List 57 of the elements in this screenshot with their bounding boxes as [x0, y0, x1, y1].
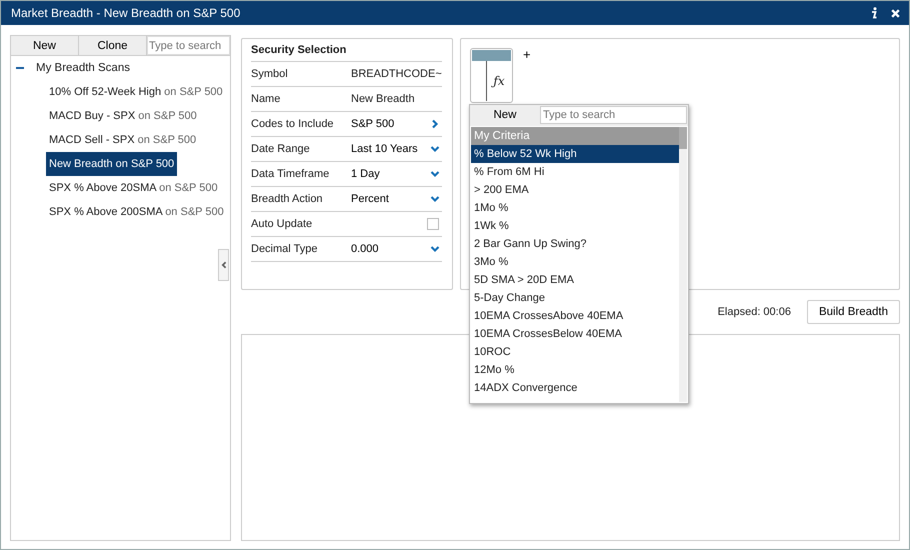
build-button[interactable]: Build Breadth — [806, 300, 900, 324]
criteria-item[interactable]: 14ADX Convergence — [471, 379, 679, 397]
scan-item[interactable]: New Breadth on S&P 500 — [46, 152, 178, 176]
window-title: Market Breadth - New Breadth on S&P 500 — [11, 6, 240, 20]
formula-card[interactable]: ƒx — [470, 48, 513, 103]
scan-item[interactable]: SPX % Above 200SMA on S&P 500 — [46, 200, 227, 224]
criteria-item[interactable]: 5D SMA > 20D EMA — [471, 271, 679, 289]
criteria-item[interactable]: 1Mo % — [471, 199, 679, 217]
search-field[interactable]: Type to search — [147, 36, 230, 55]
chevron-left-icon — [220, 261, 228, 269]
field-label: Name — [251, 93, 282, 105]
close-icon[interactable] — [890, 8, 901, 18]
criteria-item[interactable]: 3Mo % — [471, 253, 679, 271]
criteria-item[interactable]: 5-Day Change — [471, 289, 679, 307]
tree-folder[interactable]: My Breadth Scans — [36, 62, 130, 74]
scan-item[interactable]: MACD Sell - SPX on S&P 500 — [46, 128, 200, 152]
criteria-item[interactable]: % Below 52 Wk High — [471, 145, 679, 163]
field-value: BREADTHCODE~ — [351, 68, 442, 80]
criteria-item[interactable]: 10EMA CrossesAbove 40EMA — [471, 307, 679, 325]
list-header: My Criteria — [471, 127, 679, 145]
scan-item[interactable]: SPX % Above 20SMA on S&P 500 — [46, 176, 221, 200]
dropdown[interactable]: Last 10 Years — [351, 143, 442, 155]
formula-label: ƒx — [493, 74, 505, 88]
scan-item[interactable]: 10% Off 52-Week High on S&P 500 — [46, 80, 226, 104]
scrollbar[interactable] — [679, 127, 687, 402]
field-label: Symbol — [251, 68, 289, 80]
field-label: Decimal Type — [251, 243, 318, 255]
checkbox[interactable] — [427, 218, 439, 230]
criteria-item[interactable]: 12Mo % — [471, 361, 679, 379]
dropdown[interactable]: 0.000 — [351, 243, 442, 255]
panel-title: Security Selection — [251, 39, 442, 62]
chevron-down-icon — [430, 169, 440, 179]
collapse-button[interactable] — [218, 249, 229, 281]
field-label: Auto Update — [251, 218, 314, 230]
chevron-down-icon — [430, 144, 440, 154]
elapsed-time: Elapsed: 00:06 — [718, 306, 791, 318]
link-field[interactable]: S&P 500 — [351, 118, 442, 130]
field-label: Data Timeframe — [251, 168, 330, 180]
criteria-item[interactable]: 1Wk % — [471, 217, 679, 235]
chevron-down-icon — [430, 244, 440, 254]
chevron-right-icon — [430, 119, 440, 129]
field-label: Breadth Action — [251, 193, 324, 205]
criteria-item[interactable]: % From 6M Hi — [471, 163, 679, 181]
dropdown[interactable]: Percent — [351, 193, 442, 205]
criteria-item[interactable]: 2 Bar Gann Up Swing? — [471, 235, 679, 253]
criteria-item[interactable]: 10ROC — [471, 343, 679, 361]
add-button[interactable]: + — [523, 48, 531, 61]
field-label: Codes to Include — [251, 118, 335, 130]
scan-item[interactable]: MACD Buy - SPX on S&P 500 — [46, 104, 200, 128]
field-value: New Breadth — [351, 93, 415, 105]
search-field[interactable]: Type to search — [540, 106, 687, 124]
dropdown[interactable]: 1 Day — [351, 168, 442, 180]
info-icon[interactable] — [870, 7, 878, 19]
field-label: Date Range — [251, 143, 311, 155]
criteria-item[interactable]: > 200 EMA — [471, 181, 679, 199]
criteria-item[interactable]: 10EMA CrossesBelow 40EMA — [471, 325, 679, 343]
chevron-down-icon — [430, 194, 440, 204]
